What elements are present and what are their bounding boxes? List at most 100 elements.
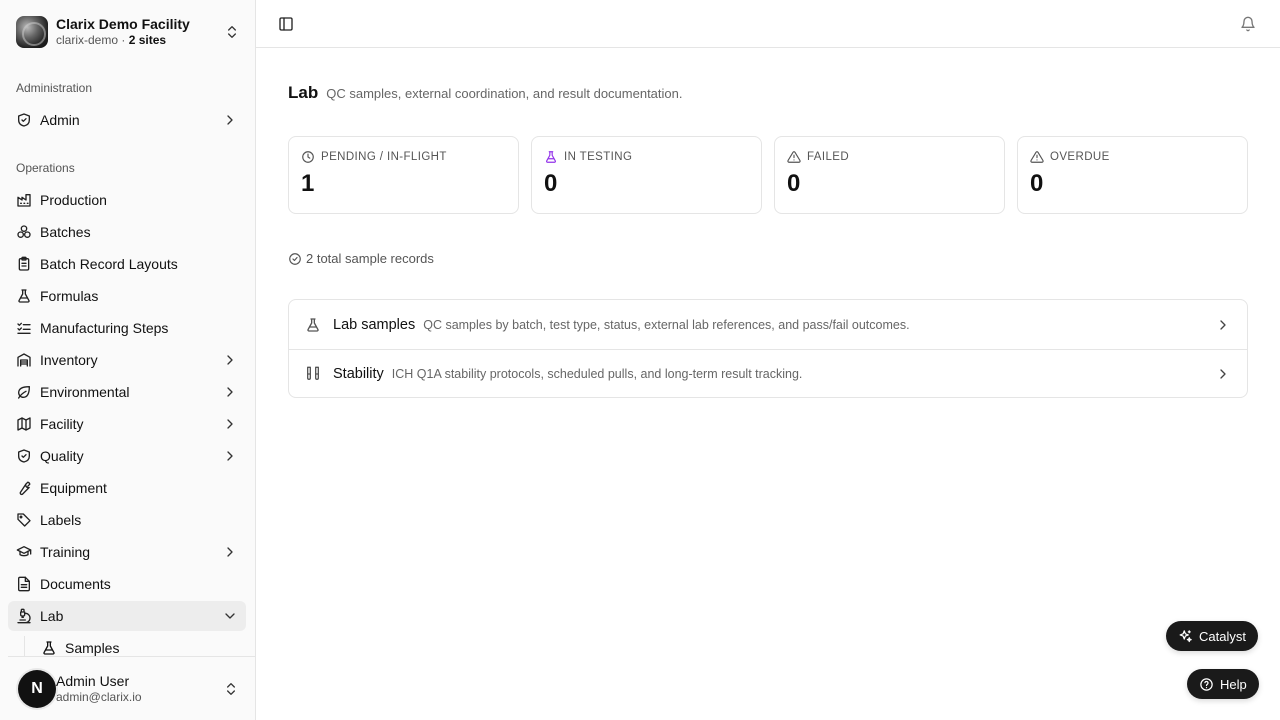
check-circle-icon: [289, 252, 301, 265]
chevron-right-icon: [227, 419, 233, 429]
test-tubes-icon: [307, 366, 319, 380]
section-operations: Operations: [16, 161, 75, 175]
leaf-icon: [18, 386, 30, 399]
sidebar-item-equipment[interactable]: Equipment: [8, 473, 246, 503]
clipboard-icon: [18, 256, 30, 271]
link-title: Lab samples: [333, 316, 416, 333]
sidebar-item-manufacturing-steps[interactable]: Manufacturing Steps: [8, 313, 246, 343]
chevron-right-icon: [227, 547, 233, 557]
flask-icon: [18, 289, 30, 303]
tag-icon: [17, 513, 31, 527]
stat-value: 0: [787, 170, 801, 197]
sidebar-item-label: Labels: [40, 512, 82, 528]
chevron-right-icon: [227, 451, 233, 461]
sidebar-item-lab[interactable]: Lab: [8, 601, 246, 631]
chevron-right-icon: [227, 387, 233, 397]
stat-value: 0: [1030, 170, 1044, 197]
link-description: ICH Q1A stability protocols, scheduled p…: [391, 367, 803, 381]
catalyst-button[interactable]: Catalyst: [1166, 621, 1258, 651]
top-bar: [256, 0, 1280, 48]
sidebar-item-admin[interactable]: Admin: [8, 105, 246, 135]
sidebar-item-formulas[interactable]: Formulas: [8, 281, 246, 311]
sidebar-item-labels[interactable]: Labels: [8, 505, 246, 535]
page-description: QC samples, external coordination, and r…: [326, 86, 683, 101]
sidebar-item-label: Formulas: [40, 288, 99, 304]
stat-value: 1: [301, 170, 315, 197]
sidebar-item-production[interactable]: Production: [8, 185, 246, 215]
chevrons-up-down-icon: [227, 682, 235, 695]
help-label: Help: [1220, 676, 1247, 692]
total-records: 2 total sample records: [288, 251, 434, 266]
sidebar-item-label: Documents: [40, 576, 111, 592]
chevron-right-icon: [1220, 319, 1226, 330]
sidebar-item-label: Batch Record Layouts: [40, 256, 178, 272]
sidebar-item-label: Environmental: [40, 384, 130, 400]
wrench-icon: [19, 481, 31, 496]
link-title: Stability: [333, 366, 384, 382]
stat-label: OVERDUE: [1050, 151, 1110, 163]
link-stability[interactable]: Stability ICH Q1A stability protocols, s…: [289, 349, 1247, 398]
sidebar-item-label: Samples: [65, 640, 120, 656]
stat-card-in-testing: IN TESTING 0: [531, 136, 762, 214]
avatar: N: [18, 669, 56, 708]
map-icon: [17, 417, 31, 431]
boxes-icon: [17, 225, 31, 238]
chevron-right-icon: [227, 115, 233, 125]
stat-label: FAILED: [807, 151, 850, 163]
clock-icon: [302, 151, 314, 163]
flask-icon: [546, 151, 556, 163]
link-lab-samples[interactable]: Lab samples QC samples by batch, test ty…: [289, 300, 1247, 349]
sidebar-item-batch-record-layouts[interactable]: Batch Record Layouts: [8, 249, 246, 279]
catalyst-label: Catalyst: [1199, 628, 1246, 644]
org-name: Clarix Demo Facility: [56, 16, 190, 32]
file-text-icon: [18, 576, 30, 592]
sidebar-item-label: Quality: [40, 448, 84, 464]
stat-value: 0: [544, 170, 558, 197]
sidebar-item-facility[interactable]: Facility: [8, 409, 246, 439]
shield-check-icon: [18, 113, 30, 127]
bell-icon: [1241, 16, 1255, 32]
panel-left-icon: [279, 17, 293, 31]
chevron-right-icon: [1220, 369, 1226, 379]
help-button[interactable]: Help: [1187, 669, 1259, 699]
alert-triangle-icon: [787, 151, 801, 163]
lab-links-list: Lab samples QC samples by batch, test ty…: [288, 299, 1248, 398]
page-title: Lab: [288, 83, 319, 102]
org-logo: [16, 16, 48, 48]
sidebar-item-label: Lab: [40, 608, 64, 624]
notifications-button[interactable]: [1234, 10, 1262, 38]
org-switcher[interactable]: Clarix Demo Facility clarix-demo · 2 sit…: [8, 8, 248, 56]
sidebar-item-label: Manufacturing Steps: [40, 320, 169, 336]
sidebar-item-documents[interactable]: Documents: [8, 569, 246, 599]
link-description: QC samples by batch, test type, status, …: [423, 317, 910, 332]
user-menu[interactable]: N Admin User admin@clarix.io: [8, 656, 255, 720]
sidebar-item-label: Inventory: [40, 352, 98, 368]
help-circle-icon: [1200, 677, 1213, 691]
flask-icon: [43, 641, 55, 655]
sidebar-item-training[interactable]: Training: [8, 537, 246, 567]
warehouse-icon: [17, 353, 31, 367]
microscope-icon: [17, 608, 31, 624]
main-content: Lab QC samples, external coordination, a…: [256, 48, 1280, 720]
list-checks-icon: [17, 322, 31, 334]
sidebar-item-inventory[interactable]: Inventory: [8, 345, 246, 375]
stat-card-pending: PENDING / IN-FLIGHT 1: [288, 136, 519, 214]
sidebar-toggle-button[interactable]: [272, 10, 300, 38]
chevron-right-icon: [227, 355, 233, 365]
org-sites: 2 sites: [128, 33, 167, 47]
sidebar: Clarix Demo Facility clarix-demo · 2 sit…: [0, 0, 256, 720]
alert-triangle-icon: [1030, 151, 1044, 163]
factory-icon: [17, 194, 31, 207]
stat-label: IN TESTING: [564, 151, 633, 163]
sidebar-item-environmental[interactable]: Environmental: [8, 377, 246, 407]
sidebar-item-label: Facility: [40, 416, 84, 432]
sidebar-item-quality[interactable]: Quality: [8, 441, 246, 471]
sidebar-item-label: Training: [40, 544, 91, 560]
sidebar-item-batches[interactable]: Batches: [8, 217, 246, 247]
stat-card-overdue: OVERDUE 0: [1017, 136, 1248, 214]
org-slug: clarix-demo: [56, 33, 119, 47]
flask-icon: [307, 317, 319, 332]
sidebar-item-label: Equipment: [40, 480, 107, 496]
sidebar-item-label: Admin: [40, 112, 80, 128]
total-records-text: 2 total sample records: [306, 251, 434, 266]
